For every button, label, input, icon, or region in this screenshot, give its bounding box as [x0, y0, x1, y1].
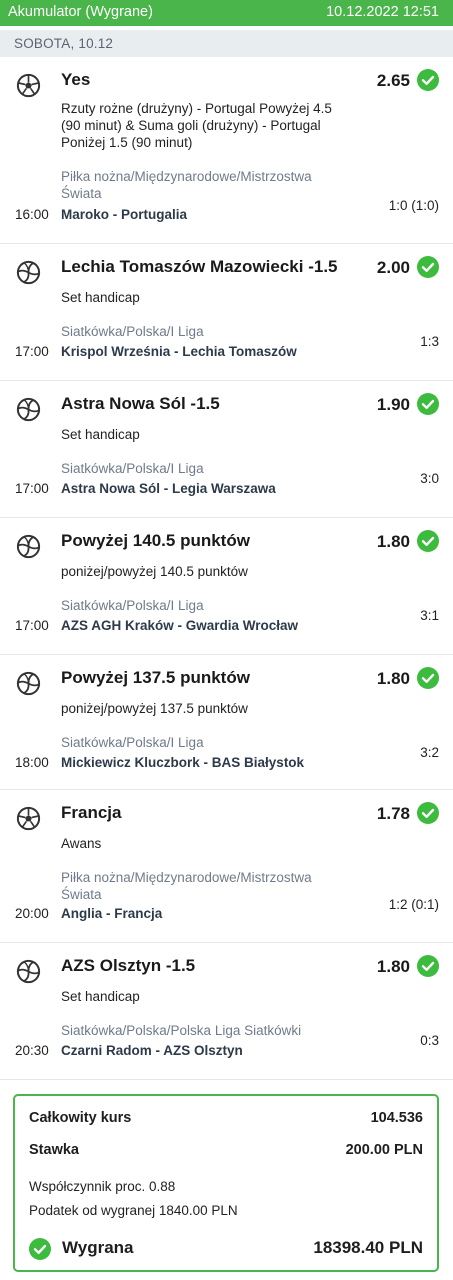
bet-score: 3:2 — [420, 745, 439, 760]
bet-score: 3:0 — [420, 471, 439, 486]
bet-category: Siatkówka/Polska/I Liga — [61, 735, 204, 750]
bet-market: Awans — [61, 836, 102, 851]
total-odds-value: 104.536 — [370, 1110, 423, 1126]
football-icon — [16, 806, 41, 831]
bet-time: 17:00 — [15, 481, 49, 496]
bet-time: 20:00 — [15, 906, 49, 921]
bet-category: Siatkówka/Polska/I Liga — [61, 598, 204, 613]
bet-score: 3:1 — [420, 608, 439, 623]
bet-market: poniżej/powyżej 137.5 punktów — [61, 701, 248, 716]
bet-selection: Powyżej 137.5 punktów — [61, 668, 250, 687]
bet-odds: 1.90 — [376, 395, 410, 414]
check-circle-icon — [417, 393, 439, 415]
top-bar: Akumulator (Wygrane) 10.12.2022 12:51 — [0, 0, 453, 26]
bet-category: Siatkówka/Polska/I Liga — [61, 324, 204, 339]
bet-item[interactable]: Powyżej 137.5 punktów 1.80 poniżej/powyżej… — [0, 655, 453, 790]
bet-selection: Powyżej 140.5 punktów — [61, 531, 250, 550]
coefficient-label: Współczynnik proc. 0.88 — [29, 1179, 176, 1194]
bet-teams: Mickiewicz Kluczbork - BAS Białystok — [61, 755, 305, 770]
bet-item[interactable]: Yes 2.65 Rzuty rożne (drużyny) - Portugal … — [0, 57, 453, 244]
bet-time: 17:00 — [15, 618, 49, 633]
bet-market: Set handicap — [61, 427, 140, 442]
bet-score: 1:2 (0:1) — [388, 897, 439, 912]
coupon-datetime: 10.12.2022 12:51 — [326, 4, 439, 20]
bet-teams: AZS AGH Kraków - Gwardia Wrocław — [61, 618, 299, 633]
win-label: Wygrana — [62, 1238, 134, 1257]
win-amount: 18398.40 PLN — [313, 1238, 423, 1257]
bet-item[interactable]: AZS Olsztyn -1.5 1.80 Set handicap Siatkówk… — [0, 943, 453, 1080]
summary-box: Całkowity kurs 104.536 Stawka 200.00 PLN… — [13, 1094, 439, 1272]
bet-market: Set handicap — [61, 989, 140, 1004]
bet-odds: 2.65 — [376, 71, 410, 90]
check-circle-icon — [417, 802, 439, 824]
bet-time: 18:00 — [15, 755, 49, 770]
check-circle-icon — [417, 667, 439, 689]
bet-teams: Anglia - Francja — [61, 906, 163, 921]
check-circle-icon — [417, 69, 439, 91]
bet-item[interactable]: Astra Nowa Sól -1.5 1.90 Set handicap Siatk… — [0, 381, 453, 518]
volleyball-icon — [16, 671, 41, 696]
volleyball-icon — [16, 959, 41, 984]
bet-time: 20:30 — [15, 1043, 49, 1058]
bet-item[interactable]: Powyżej 140.5 punktów 1.80 poniżej/powyżej… — [0, 518, 453, 655]
bet-teams: Maroko - Portugalia — [61, 207, 188, 222]
bet-item[interactable]: Lechia Tomaszów Mazowiecki -1.5 2.00 Set h… — [0, 244, 453, 381]
bet-score: 1:3 — [420, 334, 439, 349]
bet-time: 17:00 — [15, 344, 49, 359]
bet-selection: Francja — [61, 803, 122, 822]
bet-market: Set handicap — [61, 290, 140, 305]
bet-category: Siatkówka/Polska/Polska Liga Siatkówki — [61, 1023, 302, 1038]
bet-market: Rzuty rożne (drużyny) - Portugal Powyżej… — [61, 101, 332, 150]
check-circle-icon — [417, 256, 439, 278]
bet-market: poniżej/powyżej 140.5 punktów — [61, 564, 248, 579]
bet-selection: Yes — [61, 70, 91, 89]
bet-score: 0:3 — [420, 1033, 439, 1048]
day-header: SOBOTA, 10.12 — [0, 30, 453, 57]
volleyball-icon — [16, 534, 41, 559]
stake-label: Stawka — [29, 1142, 79, 1158]
check-circle-icon — [29, 1238, 51, 1260]
check-circle-icon — [417, 530, 439, 552]
bet-selection: Astra Nowa Sól -1.5 — [61, 394, 220, 413]
bet-category: Siatkówka/Polska/I Liga — [61, 461, 204, 476]
coupon-title: Akumulator (Wygrane) — [8, 4, 153, 20]
tax-label: Podatek od wygranej 1840.00 PLN — [29, 1203, 238, 1218]
check-circle-icon — [417, 955, 439, 977]
bet-item[interactable]: Francja 1.78 Awans Piłka nożna/Międzynarodo… — [0, 790, 453, 943]
bet-category: Piłka nożna/Międzynarodowe/Mistrzostwa Ś… — [61, 870, 312, 902]
day-label: SOBOTA, 10.12 — [14, 36, 114, 51]
stake-value: 200.00 PLN — [345, 1142, 423, 1158]
bet-odds: 2.00 — [376, 258, 410, 277]
volleyball-icon — [16, 397, 41, 422]
bet-odds: 1.80 — [376, 532, 410, 551]
bet-teams: Czarni Radom - AZS Olsztyn — [61, 1043, 243, 1058]
bet-teams: Krispol Września - Lechia Tomaszów — [61, 344, 297, 359]
bet-selection: Lechia Tomaszów Mazowiecki -1.5 — [61, 257, 338, 276]
bet-selection: AZS Olsztyn -1.5 — [61, 956, 196, 975]
bet-category: Piłka nożna/Międzynarodowe/Mistrzostwa Ś… — [61, 169, 312, 201]
bet-time: 16:00 — [15, 207, 49, 222]
bet-score: 1:0 (1:0) — [388, 198, 439, 213]
bet-odds: 1.80 — [376, 957, 410, 976]
bet-odds: 1.80 — [376, 669, 410, 688]
volleyball-icon — [16, 260, 41, 285]
bet-teams: Astra Nowa Sól - Legia Warszawa — [61, 481, 276, 496]
bet-odds: 1.78 — [376, 804, 410, 823]
total-odds-label: Całkowity kurs — [29, 1110, 132, 1126]
football-icon — [16, 73, 41, 98]
